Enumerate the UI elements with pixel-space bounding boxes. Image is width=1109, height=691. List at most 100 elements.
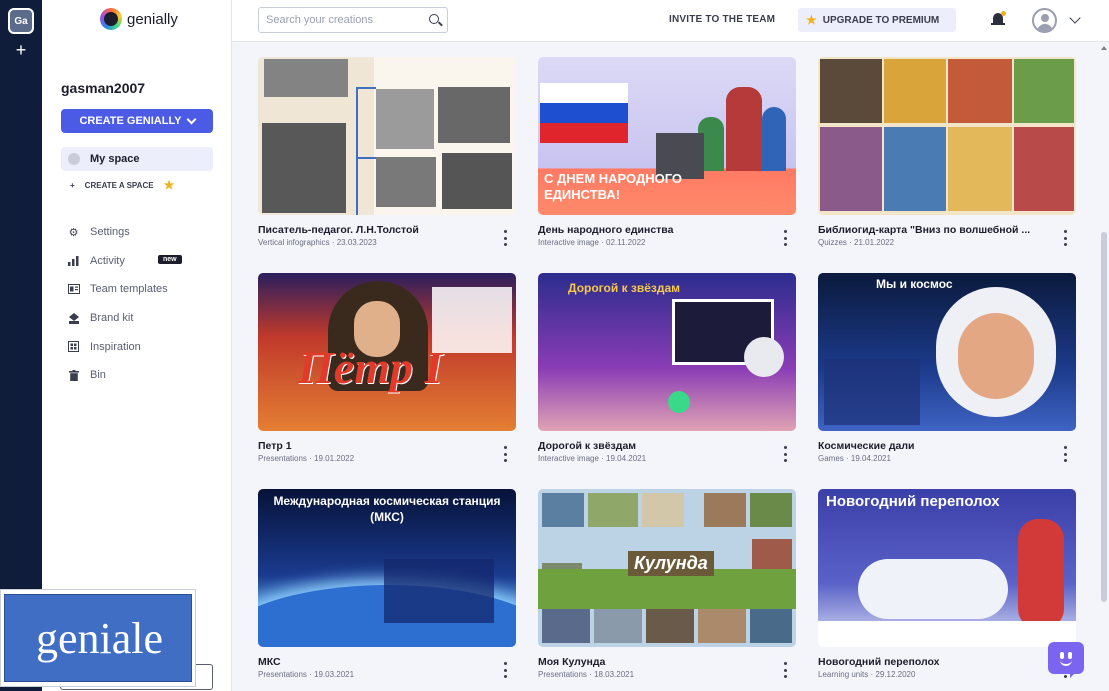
my-space-label: My space <box>90 153 140 165</box>
creation-card[interactable]: Мы и космос Космические дали Games · 19.… <box>818 273 1076 493</box>
create-genially-button[interactable]: CREATE GENIALLY <box>61 109 213 133</box>
more-options-icon[interactable] <box>502 230 508 246</box>
card-meta: Vertical infographics · 23.03.2023 <box>258 238 377 247</box>
more-options-icon[interactable] <box>1062 446 1068 462</box>
card-thumbnail[interactable]: С ДНЕМ НАРОДНОГО ЕДИНСТВА! <box>538 57 796 215</box>
add-workspace-button[interactable]: + <box>13 40 29 60</box>
card-title[interactable]: Писатель-педагог. Л.Н.Толстой <box>258 224 494 236</box>
card-thumbnail[interactable] <box>818 57 1076 215</box>
activity-icon <box>67 254 80 267</box>
creation-card[interactable]: Библиогид-карта "Вниз по волшебной ... Q… <box>818 57 1076 277</box>
card-type: Presentations <box>258 454 307 463</box>
card-title[interactable]: Моя Кулунда <box>538 656 774 668</box>
create-genially-label: CREATE GENIALLY <box>79 115 182 127</box>
card-date: 29.12.2020 <box>875 670 916 679</box>
sidebar-item-bin[interactable]: Bin <box>67 361 168 390</box>
gear-icon: ⚙ <box>68 226 79 239</box>
more-options-icon[interactable] <box>782 230 788 246</box>
creation-card[interactable]: Писатель-педагог. Л.Н.Толстой Vertical i… <box>258 57 516 277</box>
more-options-icon[interactable] <box>502 662 508 678</box>
star-icon: ★ <box>806 13 817 27</box>
card-type: Interactive image <box>538 238 599 247</box>
floating-word: geniale <box>35 613 163 663</box>
card-title[interactable]: Новогодний переполох <box>818 656 1054 668</box>
card-thumbnail[interactable]: Пётр I <box>258 273 516 431</box>
card-title[interactable]: Космические дали <box>818 440 1054 452</box>
scrollbar-thumb[interactable] <box>1101 232 1107 602</box>
card-date: 02.11.2022 <box>606 238 646 247</box>
sidebar-item-activity[interactable]: Activity new <box>67 247 182 276</box>
creation-card[interactable]: Дорогой к звёздам Дорогой к звёздам Inte… <box>538 273 796 493</box>
sidebar: genially gasman2007 CREATE GENIALLY My s… <box>42 0 232 691</box>
card-title[interactable]: Библиогид-карта "Вниз по волшебной ... <box>818 224 1054 236</box>
card-thumbnail[interactable] <box>258 57 516 215</box>
card-thumbnail[interactable]: Кулунда <box>538 489 796 647</box>
thumbnail-caption: Дорогой к звёздам <box>568 281 681 295</box>
workspace-rail: Ga + <box>0 0 42 691</box>
card-type: Learning units <box>818 670 869 679</box>
invite-to-team-button[interactable]: INVITE TO THE TEAM <box>669 14 775 25</box>
sidebar-item-label: Activity <box>90 254 125 267</box>
thumbnail-caption: С ДНЕМ НАРОДНОГО ЕДИНСТВА! <box>544 171 683 202</box>
creation-card[interactable]: Кулунда Моя Кулунда Presentations · 18.0… <box>538 489 796 691</box>
more-options-icon[interactable] <box>782 446 788 462</box>
thumbnail-caption: Международная космическая станция (МКС) <box>273 494 501 524</box>
card-type: Presentations <box>258 670 307 679</box>
sidebar-item-settings[interactable]: ⚙ Settings <box>67 218 168 247</box>
sidebar-nav: ⚙ Settings Activity new Team templates B… <box>67 218 182 390</box>
scroll-up-arrow-icon[interactable] <box>1101 46 1107 50</box>
thumbnail-caption: Мы и космос <box>876 277 953 291</box>
card-type: Games <box>818 454 844 463</box>
more-options-icon[interactable] <box>782 662 788 678</box>
plus-icon: + <box>70 180 75 190</box>
card-thumbnail[interactable]: Международная космическая станция (МКС) <box>258 489 516 647</box>
upgrade-to-premium-button[interactable]: ★ UPGRADE TO PREMIUM <box>798 8 956 32</box>
card-date: 19.01.2022 <box>314 454 355 463</box>
templates-icon <box>67 283 80 296</box>
thumbnail-caption: Пётр I <box>298 342 443 393</box>
sidebar-item-label: Settings <box>90 226 130 239</box>
sidebar-item-brand-kit[interactable]: Brand kit <box>67 304 168 333</box>
card-meta: Games · 19.04.2021 <box>818 454 891 463</box>
card-title[interactable]: Петр 1 <box>258 440 494 452</box>
card-title[interactable]: МКС <box>258 656 494 668</box>
thumbnail-caption: Кулунда <box>628 551 714 576</box>
creation-card[interactable]: Новогодний переполох Новогодний переполо… <box>818 489 1076 691</box>
chat-support-icon[interactable] <box>1048 642 1084 680</box>
username: gasman2007 <box>61 80 146 96</box>
genially-logo-icon <box>100 8 122 30</box>
card-thumbnail[interactable]: Дорогой к звёздам <box>538 273 796 431</box>
card-type: Presentations <box>538 670 587 679</box>
card-thumbnail[interactable]: Мы и космос <box>818 273 1076 431</box>
card-date: 19.03.2021 <box>314 670 355 679</box>
upgrade-label: UPGRADE TO PREMIUM <box>822 14 940 26</box>
creation-card[interactable]: Пётр I Петр 1 Presentations · 19.01.2022 <box>258 273 516 493</box>
creation-card[interactable]: Международная космическая станция (МКС) … <box>258 489 516 691</box>
card-title[interactable]: День народного единства <box>538 224 774 236</box>
create-space-button[interactable]: + CREATE A SPACE ★ <box>70 178 174 192</box>
card-meta: Presentations · 19.01.2022 <box>258 454 355 463</box>
bell-icon[interactable] <box>990 11 1006 29</box>
bin-icon <box>67 369 80 382</box>
brand-name: genially <box>127 10 178 28</box>
genially-logo[interactable]: genially <box>100 8 178 30</box>
chevron-down-icon[interactable] <box>1069 12 1081 24</box>
card-meta: Presentations · 18.03.2021 <box>538 670 635 679</box>
more-options-icon[interactable] <box>1062 230 1068 246</box>
sidebar-item-team-templates[interactable]: Team templates <box>67 275 168 304</box>
scrollbar[interactable] <box>1099 42 1109 691</box>
user-avatar[interactable] <box>1032 8 1057 33</box>
card-meta: Learning units · 29.12.2020 <box>818 670 916 679</box>
more-options-icon[interactable] <box>502 446 508 462</box>
workspace-avatar[interactable]: Ga <box>8 8 34 34</box>
card-title[interactable]: Дорогой к звёздам <box>538 440 774 452</box>
search-input[interactable] <box>266 8 426 32</box>
floating-word-box: geniale <box>0 589 196 687</box>
sidebar-item-inspiration[interactable]: Inspiration <box>67 332 168 361</box>
creation-card[interactable]: С ДНЕМ НАРОДНОГО ЕДИНСТВА! День народног… <box>538 57 796 277</box>
card-meta: Interactive image · 19.04.2021 <box>538 454 647 463</box>
card-date: 23.03.2023 <box>336 238 377 247</box>
card-thumbnail[interactable]: Новогодний переполох <box>818 489 1076 647</box>
search-icon[interactable] <box>429 14 439 24</box>
sidebar-item-my-space[interactable]: My space <box>61 147 213 171</box>
